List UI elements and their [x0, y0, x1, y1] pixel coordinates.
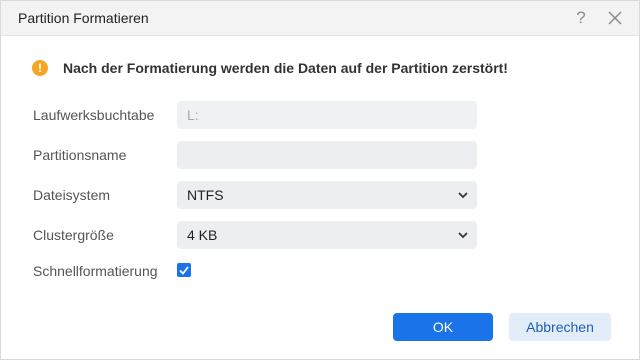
title-bar: Partition Formatieren ?	[1, 1, 639, 36]
warning-message: ! Nach der Formatierung werden die Daten…	[32, 59, 508, 77]
drive-letter-field: L:	[177, 101, 477, 129]
partition-name-label: Partitionsname	[33, 147, 127, 163]
warning-icon: !	[32, 60, 48, 76]
chevron-down-icon	[458, 192, 468, 199]
help-button[interactable]: ?	[571, 7, 591, 29]
cluster-size-select[interactable]: 4 KB	[177, 221, 477, 249]
format-partition-dialog: Partition Formatieren ? ! Nach der Forma…	[0, 0, 640, 360]
cluster-size-label: Clustergröße	[33, 227, 114, 243]
drive-letter-label: Laufwerksbuchtabe	[33, 107, 155, 123]
cancel-button[interactable]: Abbrechen	[509, 313, 611, 341]
cluster-size-value: 4 KB	[187, 227, 218, 243]
close-icon	[608, 11, 622, 25]
filesystem-select[interactable]: NTFS	[177, 181, 477, 209]
close-button[interactable]	[605, 8, 625, 28]
warning-text: Nach der Formatierung werden die Daten a…	[63, 60, 508, 76]
chevron-down-icon	[458, 232, 468, 239]
filesystem-value: NTFS	[187, 187, 224, 203]
dialog-title: Partition Formatieren	[18, 10, 149, 26]
quick-format-checkbox[interactable]	[177, 263, 191, 277]
filesystem-label: Dateisystem	[33, 187, 111, 203]
partition-name-input[interactable]	[177, 141, 477, 169]
question-icon: ?	[576, 8, 586, 27]
checkmark-icon	[179, 266, 189, 275]
ok-button[interactable]: OK	[393, 313, 493, 341]
quick-format-label: Schnellformatierung	[33, 263, 158, 279]
